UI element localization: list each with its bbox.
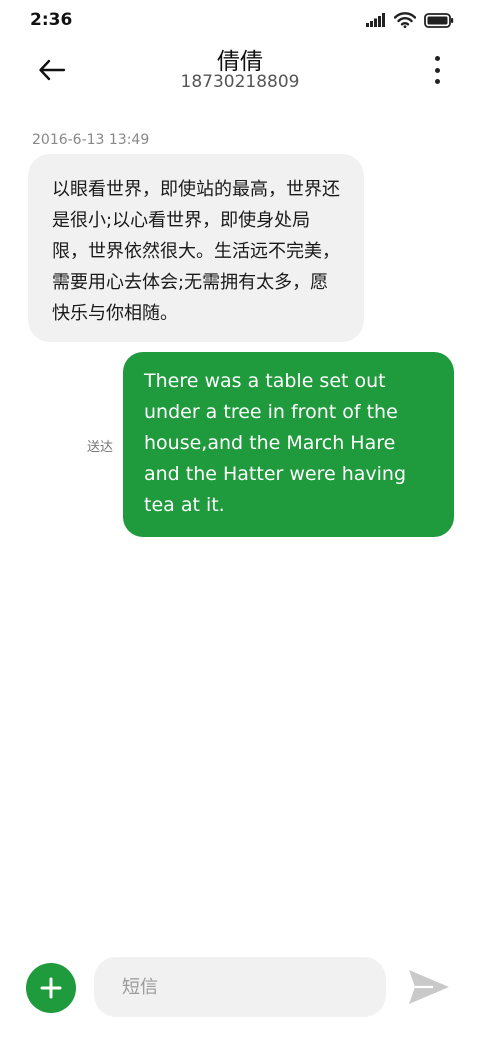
plus-icon [40,977,62,999]
outgoing-message-bubble[interactable]: There was a table set out under a tree i… [123,352,454,537]
status-icons [366,12,454,28]
wifi-icon [394,12,416,28]
more-vertical-icon-dot [434,67,440,73]
status-bar: 2:36 [0,0,480,42]
contact-number: 18730218809 [180,72,300,92]
more-vertical-icon [434,56,440,61]
incoming-message-bubble[interactable]: 以眼看世界，即使站的最高，世界还是很小;以心看世界，即使身处局限，世界依然很大。… [28,154,364,342]
battery-icon [424,12,454,28]
send-button[interactable] [406,966,452,1008]
delivery-status: 送达 [87,440,114,455]
more-options-button[interactable] [430,56,444,84]
conversation-header: 倩倩 18730218809 [0,42,480,102]
more-vertical-icon-dot [434,79,440,84]
signal-icon [366,13,385,27]
add-attachment-button[interactable] [26,963,76,1013]
messaging-screen: 2:36 倩倩 18730218809 2016-6-13 13:49 以眼看世… [0,0,480,1040]
status-time: 2:36 [30,10,73,30]
contact-name: 倩倩 [217,49,263,75]
send-icon [409,970,449,1004]
message-timestamp: 2016-6-13 13:49 [32,132,150,148]
message-input[interactable] [94,957,386,1017]
